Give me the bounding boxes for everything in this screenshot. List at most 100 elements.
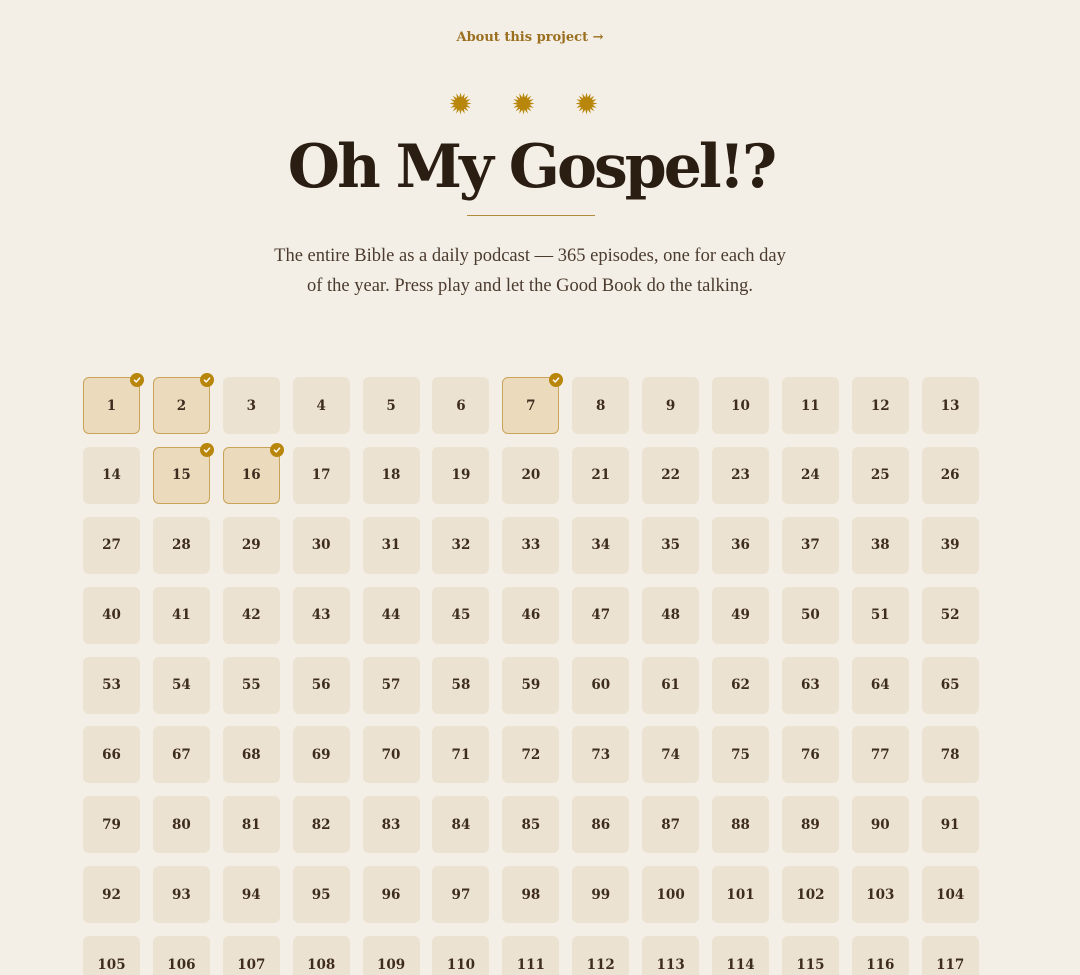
episode-tile-60[interactable]: 60	[572, 656, 630, 714]
episode-tile-65[interactable]: 65	[921, 656, 979, 714]
episode-tile-51[interactable]: 51	[851, 586, 909, 644]
episode-tile-64[interactable]: 64	[851, 656, 909, 714]
episode-tile-90[interactable]: 90	[851, 796, 909, 854]
episode-tile-87[interactable]: 87	[642, 796, 700, 854]
episode-tile-36[interactable]: 36	[712, 516, 770, 574]
episode-tile-96[interactable]: 96	[362, 866, 420, 924]
episode-tile-75[interactable]: 75	[712, 726, 770, 784]
episode-tile-112[interactable]: 112	[572, 936, 630, 975]
episode-tile-54[interactable]: 54	[152, 656, 210, 714]
episode-tile-83[interactable]: 83	[362, 796, 420, 854]
episode-tile-53[interactable]: 53	[83, 656, 140, 714]
episode-tile-86[interactable]: 86	[572, 796, 630, 854]
episode-tile-66[interactable]: 66	[83, 726, 140, 784]
episode-tile-10[interactable]: 10	[712, 377, 770, 434]
episode-tile-1[interactable]: 1	[83, 373, 144, 434]
episode-tile-76[interactable]: 76	[781, 726, 839, 784]
episode-tile-62[interactable]: 62	[712, 656, 770, 714]
episode-tile-110[interactable]: 110	[432, 936, 490, 975]
episode-tile-15[interactable]: 15	[152, 442, 214, 504]
episode-tile-21[interactable]: 21	[572, 446, 630, 504]
episode-tile-20[interactable]: 20	[502, 446, 560, 504]
episode-tile-26[interactable]: 26	[921, 446, 979, 504]
episode-tile-72[interactable]: 72	[502, 726, 560, 784]
episode-tile-105[interactable]: 105	[83, 936, 140, 975]
episode-tile-8[interactable]: 8	[572, 377, 630, 434]
episode-tile-91[interactable]: 91	[921, 796, 979, 854]
episode-tile-73[interactable]: 73	[572, 726, 630, 784]
about-project-link[interactable]: About this project →	[0, 30, 1060, 45]
episode-tile-69[interactable]: 69	[292, 726, 350, 784]
episode-tile-40[interactable]: 40	[83, 586, 140, 644]
episode-tile-109[interactable]: 109	[362, 936, 420, 975]
episode-tile-41[interactable]: 41	[152, 586, 210, 644]
episode-tile-27[interactable]: 27	[83, 516, 140, 574]
episode-tile-117[interactable]: 117	[921, 936, 979, 975]
episode-tile-31[interactable]: 31	[362, 516, 420, 574]
episode-tile-70[interactable]: 70	[362, 726, 420, 784]
episode-tile-84[interactable]: 84	[432, 796, 490, 854]
episode-tile-38[interactable]: 38	[851, 516, 909, 574]
episode-tile-44[interactable]: 44	[362, 586, 420, 644]
episode-tile-7[interactable]: 7	[502, 373, 564, 434]
episode-tile-58[interactable]: 58	[432, 656, 490, 714]
episode-tile-74[interactable]: 74	[642, 726, 700, 784]
episode-tile-93[interactable]: 93	[152, 866, 210, 924]
episode-tile-94[interactable]: 94	[222, 866, 280, 924]
episode-tile-19[interactable]: 19	[432, 446, 490, 504]
episode-tile-116[interactable]: 116	[851, 936, 909, 975]
episode-tile-89[interactable]: 89	[781, 796, 839, 854]
episode-tile-97[interactable]: 97	[432, 866, 490, 924]
episode-tile-9[interactable]: 9	[642, 377, 700, 434]
episode-tile-115[interactable]: 115	[781, 936, 839, 975]
episode-tile-71[interactable]: 71	[432, 726, 490, 784]
episode-tile-82[interactable]: 82	[292, 796, 350, 854]
episode-tile-102[interactable]: 102	[781, 866, 839, 924]
episode-tile-18[interactable]: 18	[362, 446, 420, 504]
episode-tile-12[interactable]: 12	[851, 377, 909, 434]
episode-tile-2[interactable]: 2	[152, 373, 214, 434]
episode-tile-99[interactable]: 99	[572, 866, 630, 924]
episode-tile-50[interactable]: 50	[781, 586, 839, 644]
episode-tile-23[interactable]: 23	[712, 446, 770, 504]
episode-tile-108[interactable]: 108	[292, 936, 350, 975]
episode-tile-13[interactable]: 13	[921, 377, 979, 434]
episode-tile-11[interactable]: 11	[781, 377, 839, 434]
episode-tile-95[interactable]: 95	[292, 866, 350, 924]
episode-tile-103[interactable]: 103	[851, 866, 909, 924]
episode-tile-43[interactable]: 43	[292, 586, 350, 644]
episode-tile-39[interactable]: 39	[921, 516, 979, 574]
episode-tile-35[interactable]: 35	[642, 516, 700, 574]
episode-tile-5[interactable]: 5	[362, 377, 420, 434]
episode-tile-61[interactable]: 61	[642, 656, 700, 714]
episode-tile-52[interactable]: 52	[921, 586, 979, 644]
episode-tile-92[interactable]: 92	[83, 866, 140, 924]
episode-tile-47[interactable]: 47	[572, 586, 630, 644]
episode-tile-33[interactable]: 33	[502, 516, 560, 574]
episode-tile-79[interactable]: 79	[83, 796, 140, 854]
episode-tile-80[interactable]: 80	[152, 796, 210, 854]
episode-tile-85[interactable]: 85	[502, 796, 560, 854]
episode-tile-107[interactable]: 107	[222, 936, 280, 975]
episode-tile-28[interactable]: 28	[152, 516, 210, 574]
episode-tile-57[interactable]: 57	[362, 656, 420, 714]
episode-tile-45[interactable]: 45	[432, 586, 490, 644]
episode-tile-42[interactable]: 42	[222, 586, 280, 644]
episode-tile-6[interactable]: 6	[432, 377, 490, 434]
episode-tile-37[interactable]: 37	[781, 516, 839, 574]
episode-tile-22[interactable]: 22	[642, 446, 700, 504]
episode-tile-77[interactable]: 77	[851, 726, 909, 784]
episode-tile-17[interactable]: 17	[292, 446, 350, 504]
episode-tile-32[interactable]: 32	[432, 516, 490, 574]
episode-tile-88[interactable]: 88	[712, 796, 770, 854]
episode-tile-49[interactable]: 49	[712, 586, 770, 644]
episode-tile-81[interactable]: 81	[222, 796, 280, 854]
episode-tile-78[interactable]: 78	[921, 726, 979, 784]
episode-tile-114[interactable]: 114	[712, 936, 770, 975]
episode-tile-113[interactable]: 113	[642, 936, 700, 975]
episode-tile-67[interactable]: 67	[152, 726, 210, 784]
episode-tile-14[interactable]: 14	[83, 446, 140, 504]
episode-tile-68[interactable]: 68	[222, 726, 280, 784]
episode-tile-100[interactable]: 100	[642, 866, 700, 924]
episode-tile-24[interactable]: 24	[781, 446, 839, 504]
